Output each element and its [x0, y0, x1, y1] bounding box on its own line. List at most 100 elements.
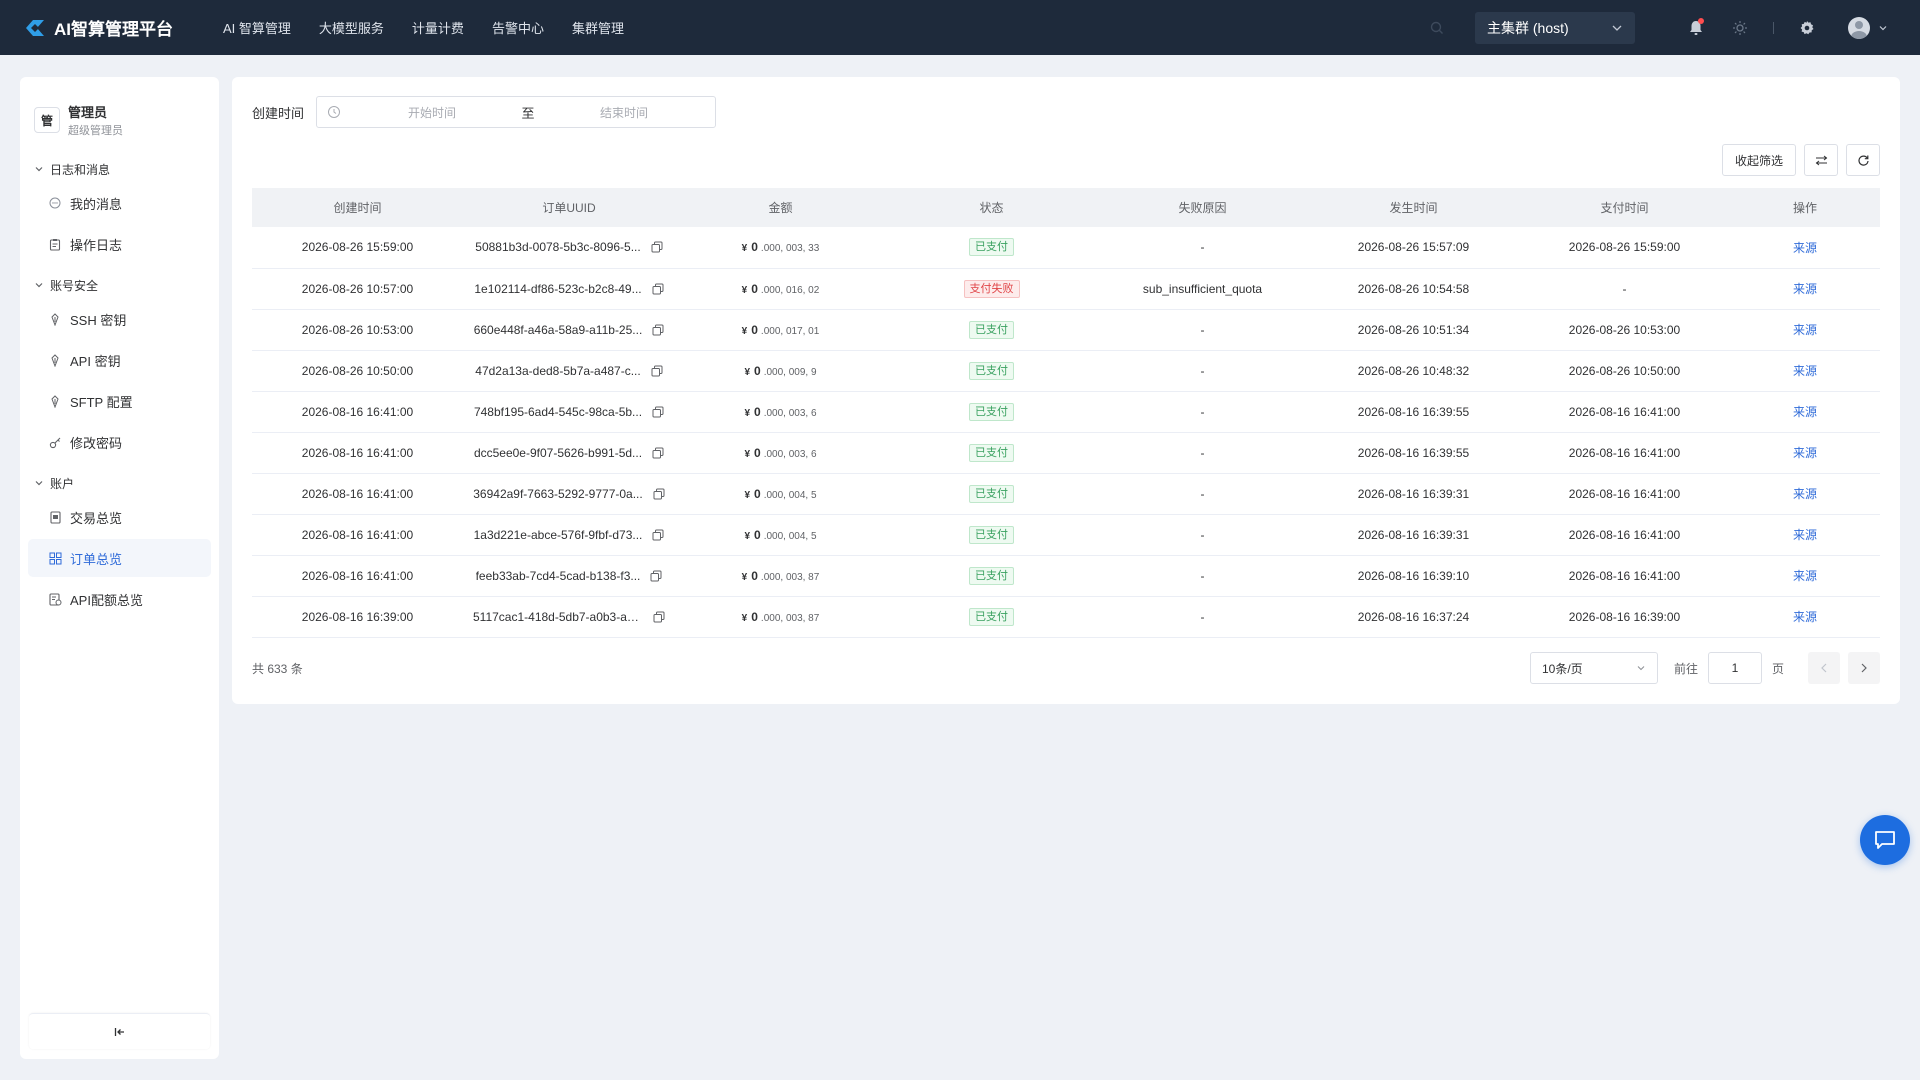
sidebar-group-logs: 日志和消息 我的消息 操作日志 — [20, 157, 219, 263]
cell-occurred: 2026-08-26 10:54:58 — [1308, 268, 1519, 310]
column-header-occurred[interactable]: 发生时间 — [1308, 188, 1519, 227]
prev-page-button[interactable] — [1808, 652, 1840, 684]
currency-symbol: ¥ — [744, 489, 751, 501]
column-header-amount[interactable]: 金额 — [675, 188, 886, 227]
column-header-uuid[interactable]: 订单UUID — [463, 188, 675, 227]
sidebar-group-title[interactable]: 账户 — [20, 471, 219, 495]
app-title: AI智算管理平台 — [54, 20, 173, 39]
copy-icon[interactable] — [650, 570, 662, 582]
source-link[interactable]: 来源 — [1793, 364, 1817, 378]
sidebar-item-operation-log[interactable]: 操作日志 — [28, 225, 211, 263]
cluster-select[interactable]: 主集群 (host) — [1475, 11, 1635, 44]
sidebar-item-my-messages[interactable]: 我的消息 — [28, 184, 211, 222]
sidebar-group-title[interactable]: 日志和消息 — [20, 157, 219, 181]
copy-icon[interactable] — [652, 324, 664, 336]
source-link[interactable]: 来源 — [1793, 487, 1817, 501]
cell-amount: ¥0.000, 009, 9 — [675, 350, 886, 392]
chevron-right-icon — [1861, 663, 1867, 673]
copy-icon[interactable] — [652, 529, 664, 541]
cell-created: 2026-08-16 16:41:00 — [252, 473, 463, 515]
copy-icon[interactable] — [651, 365, 663, 377]
source-link[interactable]: 来源 — [1793, 528, 1817, 542]
cell-uuid: feeb33ab-7cd4-5cad-b138-f3... — [463, 555, 675, 597]
nav-alerts[interactable]: 告警中心 — [492, 18, 544, 37]
sidebar-item-ssh-key[interactable]: SSH 密钥 — [28, 300, 211, 338]
copy-icon[interactable] — [652, 447, 664, 459]
sidebar-item-orders[interactable]: 订单总览 — [28, 539, 211, 577]
source-link[interactable]: 来源 — [1793, 241, 1817, 255]
sidebar-item-api-key[interactable]: API 密钥 — [28, 341, 211, 379]
sidebar-item-transactions[interactable]: 交易总览 — [28, 498, 211, 536]
sun-icon[interactable] — [1729, 17, 1751, 39]
nav-llm-service[interactable]: 大模型服务 — [319, 18, 384, 37]
collapse-filter-button[interactable]: 收起筛选 — [1721, 144, 1796, 176]
next-page-button[interactable] — [1848, 652, 1880, 684]
nav-billing[interactable]: 计量计费 — [412, 18, 464, 37]
source-link[interactable]: 来源 — [1793, 610, 1817, 624]
copy-icon[interactable] — [652, 406, 664, 418]
cell-occurred: 2026-08-26 10:48:32 — [1308, 350, 1519, 392]
cell-amount: ¥0.000, 017, 01 — [675, 309, 886, 351]
chevron-down-icon — [35, 167, 43, 172]
column-header-paid-at[interactable]: 支付时间 — [1519, 188, 1730, 227]
cell-amount: ¥0.000, 003, 87 — [675, 555, 886, 597]
cell-amount: ¥0.000, 004, 5 — [675, 514, 886, 556]
cell-paid-at: 2026-08-16 16:39:00 — [1519, 596, 1730, 638]
gear-icon[interactable] — [1796, 17, 1818, 39]
source-link[interactable]: 来源 — [1793, 569, 1817, 583]
currency-symbol: ¥ — [741, 325, 748, 337]
refresh-button[interactable] — [1846, 144, 1880, 176]
search-icon[interactable] — [1427, 18, 1447, 38]
user-role: 超级管理员 — [68, 125, 123, 137]
column-header-reason[interactable]: 失败原因 — [1097, 188, 1308, 227]
copy-icon[interactable] — [652, 283, 664, 295]
currency-symbol: ¥ — [741, 571, 748, 583]
cell-paid-at: 2026-08-26 15:59:00 — [1519, 227, 1730, 269]
nav-ai-compute[interactable]: AI 智算管理 — [223, 18, 291, 37]
start-time-input[interactable]: 开始时间 — [351, 104, 513, 121]
sidebar-item-change-password[interactable]: 修改密码 — [28, 423, 211, 461]
chat-icon — [1875, 831, 1895, 849]
column-header-created[interactable]: 创建时间 — [252, 188, 463, 227]
copy-icon[interactable] — [653, 488, 665, 500]
password-icon — [48, 435, 62, 449]
sidebar-item-api-quota[interactable]: API配额总览 — [28, 580, 211, 618]
source-link[interactable]: 来源 — [1793, 282, 1817, 296]
amount-integer: 0 — [754, 363, 761, 378]
user-menu[interactable] — [1848, 16, 1888, 39]
cell-uuid: 47d2a13a-ded8-5b7a-a487-c... — [463, 350, 675, 392]
date-range-picker[interactable]: 开始时间 至 结束时间 — [316, 96, 717, 128]
bell-icon[interactable] — [1685, 17, 1707, 39]
brand[interactable]: AI智算管理平台 — [22, 15, 207, 40]
copy-icon[interactable] — [651, 241, 663, 253]
copy-icon[interactable] — [653, 611, 665, 623]
source-link[interactable]: 来源 — [1793, 405, 1817, 419]
cell-occurred: 2026-08-16 16:39:55 — [1308, 432, 1519, 474]
status-badge: 已支付 — [969, 361, 1014, 380]
status-badge: 支付失败 — [963, 279, 1020, 298]
chevron-down-icon — [1879, 25, 1887, 30]
order-uuid: feeb33ab-7cd4-5cad-b138-f3... — [475, 568, 641, 583]
nav-cluster[interactable]: 集群管理 — [572, 18, 624, 37]
table-toolbar: 收起筛选 — [1714, 144, 1880, 176]
status-badge: 已支付 — [969, 525, 1014, 544]
source-link[interactable]: 来源 — [1793, 446, 1817, 460]
cell-uuid: 660e448f-a46a-58a9-a11b-25... — [463, 309, 675, 351]
chat-support-button[interactable] — [1860, 815, 1910, 865]
status-badge: 已支付 — [969, 484, 1014, 503]
column-settings-button[interactable] — [1804, 144, 1838, 176]
page-size-select[interactable]: 10条/页 — [1529, 652, 1658, 684]
collapse-sidebar-button[interactable] — [29, 1013, 210, 1049]
clipboard-icon — [48, 237, 62, 251]
sidebar-group-title[interactable]: 账号安全 — [20, 273, 219, 297]
cell-reason: - — [1097, 391, 1308, 433]
cell-uuid: 50881b3d-0078-5b3c-8096-5... — [463, 227, 675, 269]
cell-status: 支付失败 — [886, 268, 1097, 310]
page-number-input[interactable] — [1707, 652, 1762, 684]
cell-occurred: 2026-08-26 15:57:09 — [1308, 227, 1519, 269]
sidebar-item-sftp-config[interactable]: SFTP 配置 — [28, 382, 211, 420]
end-time-input[interactable]: 结束时间 — [543, 104, 705, 121]
column-header-status[interactable]: 状态 — [886, 188, 1097, 227]
cell-amount: ¥0.000, 016, 02 — [675, 268, 886, 310]
source-link[interactable]: 来源 — [1793, 323, 1817, 337]
